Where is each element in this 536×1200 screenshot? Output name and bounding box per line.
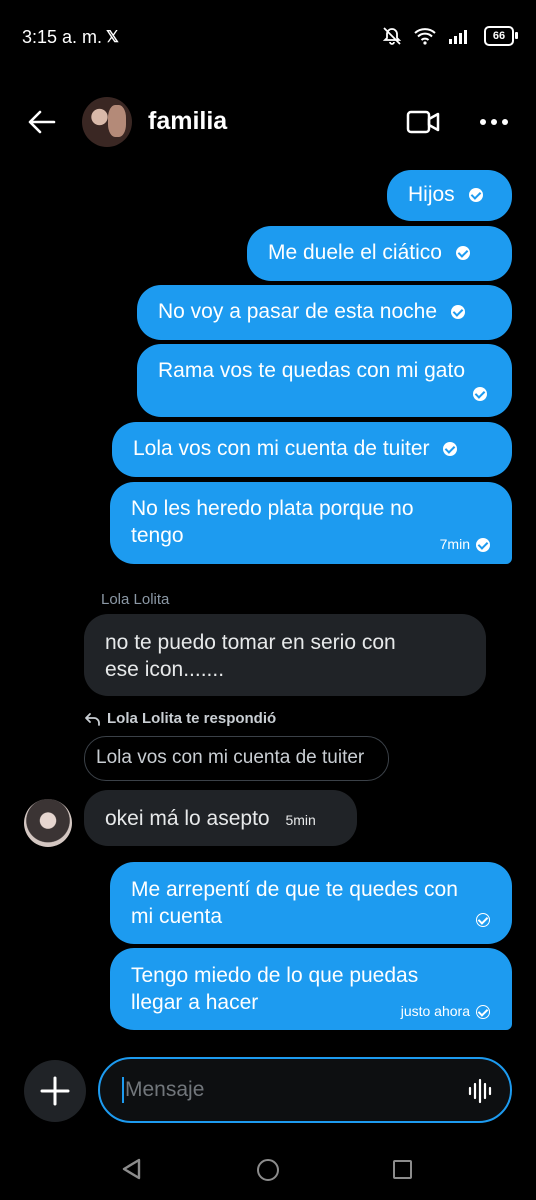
system-nav-bar <box>0 1140 536 1200</box>
message-text-line: No les heredo plata porque no <box>131 497 414 520</box>
seen-check-icon <box>473 387 487 401</box>
video-call-icon[interactable] <box>406 109 440 135</box>
message-placeholder: Mensaje <box>125 1078 205 1101</box>
text-cursor <box>122 1077 124 1103</box>
back-arrow-icon[interactable] <box>26 106 58 138</box>
message-meta: justo ahora <box>401 998 490 1025</box>
message-input[interactable]: Mensaje <box>98 1057 512 1123</box>
status-bar: 3:15 a. m. 𝕏 66 <box>0 0 536 74</box>
battery-level: 66 <box>492 30 506 42</box>
seen-check-icon <box>443 442 458 457</box>
bell-off-icon <box>382 27 402 45</box>
sent-message[interactable]: Me arrepentí de que te quedes con mi cue… <box>110 862 512 944</box>
seen-check-icon <box>455 246 470 261</box>
message-text: No voy a pasar de esta noche <box>158 300 438 323</box>
sent-message[interactable]: Hijos <box>387 170 512 221</box>
quoted-message[interactable]: Lola vos con mi cuenta de tuiter <box>84 736 389 781</box>
message-text: Me duele el ciático <box>268 241 442 264</box>
received-message[interactable]: okei má lo asepto 5min <box>84 790 357 846</box>
message-text-line: Tengo miedo de lo que puedas <box>131 964 419 987</box>
sent-check-icon <box>476 1004 490 1019</box>
message-text: Rama vos te quedas con mi gato <box>158 359 466 382</box>
message-text-line: no te puedo tomar en serio con <box>105 631 396 654</box>
wifi-icon <box>414 28 436 45</box>
message-time: 7min <box>439 536 470 552</box>
chat-header: familia <box>0 88 536 158</box>
add-media-button[interactable] <box>24 1060 86 1122</box>
nav-home-icon[interactable] <box>257 1159 279 1181</box>
sender-name: Lola Lolita <box>101 591 170 608</box>
message-text-line: ese icon....... <box>105 658 225 681</box>
signal-icon <box>449 30 467 44</box>
received-message[interactable]: no te puedo tomar en serio con ese icon.… <box>84 614 486 696</box>
quoted-text: Lola vos con mi cuenta de tuiter <box>96 747 365 768</box>
status-time: 3:15 a. m. <box>22 27 103 47</box>
seen-check-icon <box>450 305 465 320</box>
message-text: okei má lo asepto <box>105 807 270 830</box>
nav-recents-icon[interactable] <box>393 1160 412 1179</box>
message-meta: 7min <box>440 531 490 558</box>
status-icons: 66 <box>382 26 518 46</box>
seen-check-icon <box>476 537 490 552</box>
sent-message[interactable]: Me duele el ciático <box>247 226 512 281</box>
reply-indicator: Lola Lolita te respondió <box>84 710 276 727</box>
message-time: justo ahora <box>400 1003 470 1019</box>
message-text: Hijos <box>408 183 455 206</box>
group-avatar[interactable] <box>82 97 132 147</box>
conversation-title[interactable]: familia <box>148 107 227 136</box>
sent-message[interactable]: Rama vos te quedas con mi gato <box>137 344 512 417</box>
seen-check-icon <box>468 188 483 203</box>
nav-back-icon[interactable] <box>121 1158 143 1180</box>
sent-message[interactable]: No les heredo plata porque no tengo 7min <box>110 482 512 564</box>
x-logo-icon: 𝕏 <box>106 29 119 46</box>
plus-icon <box>40 1076 70 1106</box>
reply-arrow-icon <box>85 712 100 726</box>
more-options-icon[interactable] <box>478 112 510 132</box>
message-text: Lola vos con mi cuenta de tuiter <box>133 437 430 460</box>
message-text-line: mi cuenta <box>131 905 223 928</box>
message-time: 5min <box>285 812 316 828</box>
sent-message[interactable]: Lola vos con mi cuenta de tuiter <box>112 422 512 477</box>
sent-check-icon <box>476 913 490 927</box>
voice-message-icon[interactable] <box>468 1078 492 1104</box>
sent-message[interactable]: No voy a pasar de esta noche <box>137 285 512 340</box>
sent-message[interactable]: Tengo miedo de lo que puedas llegar a ha… <box>110 948 512 1030</box>
message-text-line: Me arrepentí de que te quedes con <box>131 878 458 901</box>
battery-icon: 66 <box>484 26 518 46</box>
sender-avatar[interactable] <box>24 799 72 847</box>
reply-note-text: Lola Lolita te respondió <box>107 710 277 727</box>
